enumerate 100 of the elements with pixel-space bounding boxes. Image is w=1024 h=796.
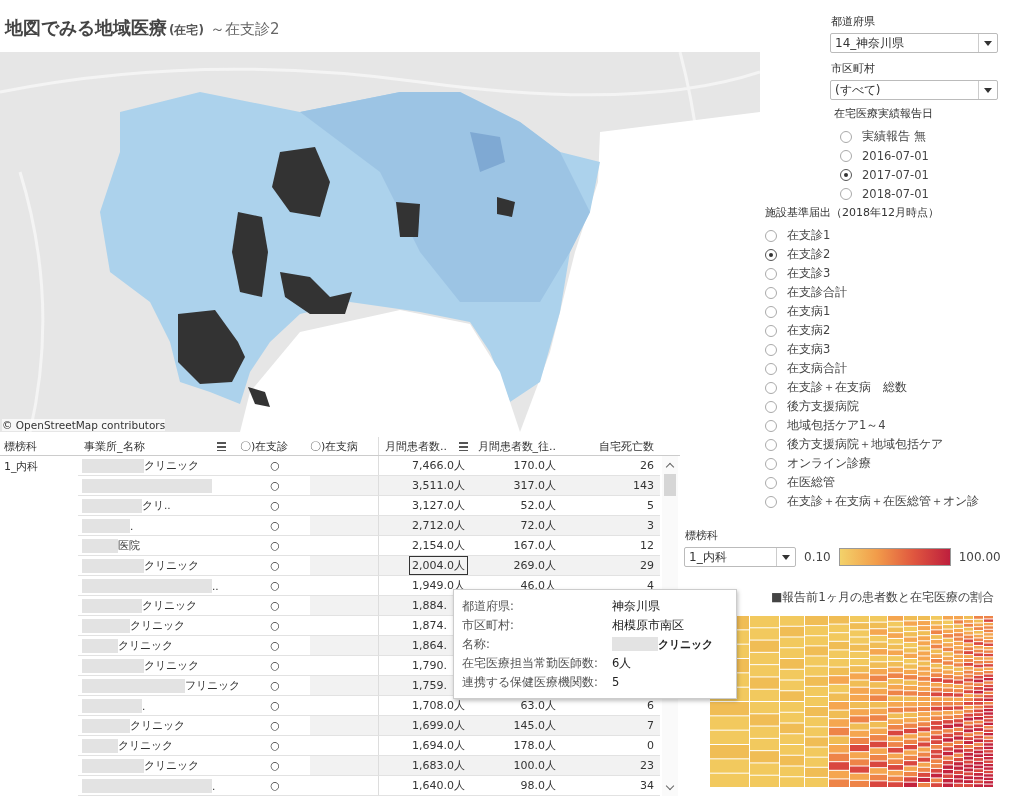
filter-label: 市区町村 <box>831 61 876 76</box>
radio-option[interactable]: 在支診1 <box>765 226 831 245</box>
table-cell: クリニック <box>118 738 173 753</box>
page-title: 地図でみる地域医療 <box>5 16 167 40</box>
table-cell: 72.0人 <box>520 518 556 533</box>
tooltip-value: 神奈川県 <box>612 598 660 614</box>
table-cell: クリニック <box>144 458 199 473</box>
table-cell: 6 <box>647 699 654 712</box>
table-cell: ○ <box>270 499 280 512</box>
radio-option[interactable]: 在支診＋在支病 総数 <box>765 378 907 397</box>
table-cell: . <box>212 779 216 792</box>
table-cell[interactable]: 1,790. <box>409 657 450 674</box>
table-cell: 269.0人 <box>513 558 556 573</box>
table-cell: ○ <box>270 579 280 592</box>
column-header[interactable]: 自宅死亡数 <box>599 438 654 454</box>
radio-option[interactable]: 2018-07-01 <box>834 184 929 203</box>
table-cell: 23 <box>640 759 654 772</box>
column-header[interactable]: 〇)在支病 <box>310 438 359 454</box>
radio-option[interactable]: 後方支援病院＋地域包括ケア <box>765 435 943 454</box>
column-header[interactable]: 月間患者数.. <box>385 438 447 454</box>
tooltip-value: 6人 <box>612 655 632 671</box>
table-cell[interactable]: 1,874. <box>409 617 450 634</box>
column-header[interactable]: 標榜科 <box>4 438 37 454</box>
table-cell[interactable]: 2,154.0人 <box>409 536 468 555</box>
tooltip-value: 相模原市南区 <box>612 617 684 633</box>
table-cell: 4 <box>647 579 654 592</box>
radio-option[interactable]: 在支病3 <box>765 340 831 359</box>
tooltip-label: 在宅医療担当常勤医師数: <box>462 655 599 671</box>
table-cell: フリニック <box>185 678 240 693</box>
table-cell[interactable]: 7,466.0人 <box>409 456 468 475</box>
table-cell: ○ <box>270 719 280 732</box>
radio-option[interactable]: 地域包括ケア1～4 <box>765 416 886 435</box>
table-cell: 178.0人 <box>513 738 556 753</box>
sort-icon[interactable] <box>217 441 226 451</box>
radio-option[interactable]: 後方支援病院 <box>765 397 859 416</box>
dropdown[interactable]: 1_内科 <box>684 547 796 567</box>
radio-option[interactable]: 2017-07-01 <box>834 165 929 184</box>
table-cell: ○ <box>270 779 280 792</box>
table-cell: . <box>142 699 146 712</box>
radio-option[interactable]: 在医総管 <box>765 473 835 492</box>
column-header[interactable]: 事業所_名称 <box>84 438 145 454</box>
table-cell: 29 <box>640 559 654 572</box>
table-cell[interactable]: 3,127.0人 <box>409 496 468 515</box>
radio-option[interactable]: 在支診2 <box>765 245 831 264</box>
table-cell[interactable]: 1,708.0人 <box>409 696 468 715</box>
tooltip-label: 名称: <box>462 636 491 652</box>
legend-max-label: 100.00 <box>958 550 1001 564</box>
radio-option[interactable]: 在支病合計 <box>765 359 847 378</box>
table-cell: クリニック <box>144 558 199 573</box>
table-cell: 医院 <box>118 538 140 553</box>
column-header[interactable]: 月間患者数_往.. <box>477 438 556 454</box>
table-cell: 63.0人 <box>520 698 556 713</box>
radio-option[interactable]: 在支診3 <box>765 264 831 283</box>
radio-option[interactable]: 在支病1 <box>765 302 831 321</box>
table-cell: 12 <box>640 539 654 552</box>
table-cell: 98.0人 <box>520 778 556 793</box>
tooltip-label: 都道府県: <box>462 598 515 614</box>
table-cell: ○ <box>270 539 280 552</box>
table-cell: 34 <box>640 779 654 792</box>
table-cell: ○ <box>270 759 280 772</box>
table-cell[interactable]: 1,694.0人 <box>409 736 468 755</box>
table-cell: ○ <box>270 699 280 712</box>
table-cell: 145.0人 <box>513 718 556 733</box>
table-cell: 5 <box>647 499 654 512</box>
scroll-thumb[interactable] <box>664 474 676 496</box>
table-cell: クリニック <box>130 618 185 633</box>
radio-group-label: 施設基準届出（2018年12月時点） <box>765 205 940 220</box>
radio-option[interactable]: 2016-07-01 <box>834 146 929 165</box>
table-cell: クリニック <box>144 758 199 773</box>
table-cell[interactable]: 2,004.0人 <box>409 556 468 575</box>
table-cell: 167.0人 <box>513 538 556 553</box>
table-cell: クリニック <box>142 598 197 613</box>
table-cell: クリニック <box>118 638 173 653</box>
table-cell: 0 <box>647 739 654 752</box>
radio-option[interactable]: 在支診合計 <box>765 283 847 302</box>
sort-icon[interactable] <box>459 441 468 451</box>
tooltip-label: 市区町村: <box>462 617 515 633</box>
table-cell[interactable]: 1,640.0人 <box>409 776 468 795</box>
radio-option[interactable]: 在支病2 <box>765 321 831 340</box>
table-cell: . <box>130 519 134 532</box>
dropdown[interactable]: 14_神奈川県 <box>830 33 998 53</box>
table-cell: ○ <box>270 739 280 752</box>
map-attribution: © OpenStreetMap contributors <box>2 419 166 431</box>
filter-label: 都道府県 <box>831 14 876 29</box>
radio-option[interactable]: 在支診＋在支病＋在医総管＋オン診 <box>765 492 979 511</box>
dropdown[interactable]: (すべて) <box>830 80 998 100</box>
radio-option[interactable]: 実績報告 無 <box>834 127 926 146</box>
title-subtitle: ～在支診2 <box>209 20 280 39</box>
column-header[interactable]: 〇)在支診 <box>240 438 289 454</box>
tooltip-value: 5 <box>612 675 620 689</box>
table-cell: クリニック <box>130 718 185 733</box>
radio-option[interactable]: オンライン診療 <box>765 454 871 473</box>
table-cell: 26 <box>640 459 654 472</box>
table-cell: 3 <box>647 519 654 532</box>
table-cell: ○ <box>270 659 280 672</box>
filter-label: 標榜科 <box>685 528 719 543</box>
table-cell: 317.0人 <box>513 478 556 493</box>
table-cell: ○ <box>270 519 280 532</box>
table-cell: クリニック <box>144 658 199 673</box>
table-cell: .. <box>212 579 219 592</box>
